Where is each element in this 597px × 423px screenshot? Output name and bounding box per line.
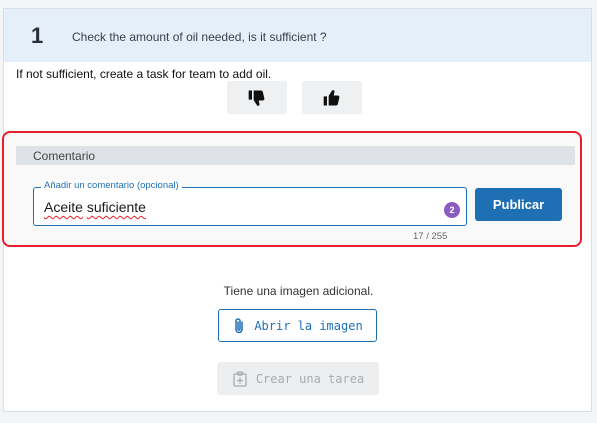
create-task-button[interactable]: Crear una tarea — [217, 362, 379, 395]
publish-button[interactable]: Publicar — [475, 188, 562, 221]
comment-input[interactable]: Añadir un comentario (opcional) Aceite s… — [33, 180, 467, 226]
comment-word-1: Aceite — [44, 199, 83, 215]
paperclip-icon — [235, 317, 244, 333]
instruction-text: If not sufficient, create a task for tea… — [16, 67, 272, 81]
create-task-label: Crear una tarea — [255, 371, 365, 386]
open-image-button[interactable]: Abrir la imagen — [218, 309, 377, 342]
open-image-label: Abrir la imagen — [254, 318, 363, 333]
add-task-icon — [233, 370, 247, 387]
additional-image-text: Tiene una imagen adicional. — [223, 284, 374, 298]
question-header: 1 Check the amount of oil needed, is it … — [4, 9, 591, 62]
question-text: Check the amount of oil needed, is it su… — [72, 30, 327, 44]
comment-section-header: Comentario — [16, 146, 575, 165]
thumbs-down-button[interactable] — [227, 81, 287, 114]
character-counter: 17 / 255 — [413, 231, 448, 242]
thumbs-up-icon — [323, 89, 340, 106]
comment-section-label: Comentario — [33, 149, 96, 163]
thumbs-up-button[interactable] — [302, 81, 362, 114]
comment-word-2: suficiente — [86, 199, 146, 215]
comment-field-label: Añadir un comentario (opcional) — [41, 180, 182, 191]
comment-value: Aceite suficiente — [44, 199, 146, 215]
spellcheck-badge[interactable]: 2 — [444, 202, 460, 218]
thumbs-down-icon — [248, 89, 265, 106]
question-number: 1 — [31, 23, 44, 48]
